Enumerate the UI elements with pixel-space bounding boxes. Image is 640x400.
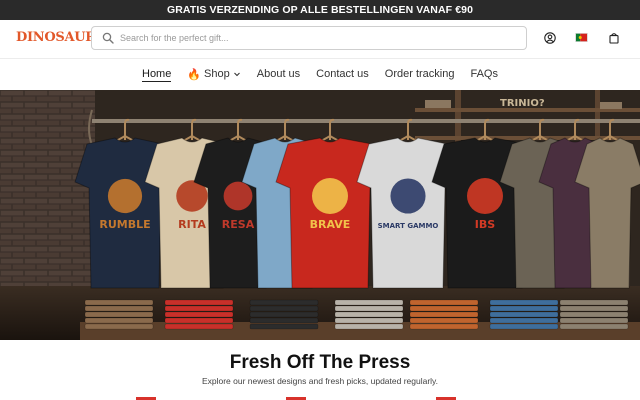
flag-icon[interactable] — [575, 33, 588, 42]
folded-shirt — [489, 299, 559, 306]
nav-contact[interactable]: Contact us — [316, 68, 369, 81]
folded-shirt — [164, 317, 234, 324]
folded-shirt — [164, 305, 234, 312]
section-subtitle: Explore our newest designs and fresh pic… — [201, 376, 439, 386]
nav-contact-label: Contact us — [316, 68, 369, 80]
shirt-print-text: RITA — [178, 218, 206, 231]
promo-banner: GRATIS VERZENDING OP ALLE BESTELLINGEN V… — [0, 0, 640, 20]
nav-about-label: About us — [256, 68, 301, 80]
folded-shirt — [84, 317, 154, 324]
nav-order-tracking[interactable]: Order tracking — [385, 68, 455, 81]
folded-shirt — [249, 323, 319, 330]
folded-shirt — [249, 305, 319, 312]
fire-icon: 🔥 — [187, 68, 202, 81]
site-header: DINOSAURIZE — [0, 20, 640, 58]
folded-stacks — [84, 299, 629, 330]
nav-home-label: Home — [142, 67, 172, 80]
chevron-down-icon — [233, 72, 240, 77]
wall-sign: TRINIO? — [500, 98, 545, 109]
folded-shirt — [489, 323, 559, 330]
shirt-print-text: SMART GAMMO — [378, 222, 439, 230]
nav-about[interactable]: About us — [257, 68, 300, 81]
folded-shirt — [334, 317, 404, 324]
folded-shirt — [249, 317, 319, 324]
folded-shirt — [249, 299, 319, 306]
folded-shirt — [334, 299, 404, 306]
folded-shirt — [409, 317, 479, 324]
folded-shirt — [84, 299, 154, 306]
hero-image: TRINIO? RUMBLE RITA RESA BRAVE SMART GAMMO IB… — [0, 90, 640, 340]
hanging-shirt: BRAVE — [275, 118, 385, 289]
cart-icon[interactable] — [607, 31, 621, 45]
folded-shirt — [334, 305, 404, 312]
folded-shirt — [409, 305, 479, 312]
folded-shirt — [489, 311, 559, 318]
folded-shirt — [334, 311, 404, 318]
folded-shirt — [559, 299, 629, 306]
folded-shirt — [409, 311, 479, 318]
nav-home[interactable]: Home — [142, 67, 172, 82]
folded-shirt — [164, 323, 234, 330]
shirt-rack: RUMBLE RITA RESA BRAVE SMART GAMMO IBS — [74, 118, 640, 289]
folded-shirt — [164, 311, 234, 318]
section-title: Fresh Off The Press — [229, 352, 411, 373]
folded-shirt — [164, 299, 234, 306]
folded-shirt — [334, 323, 404, 330]
shirt-print-text: RUMBLE — [99, 218, 150, 231]
search-input[interactable] — [120, 33, 500, 43]
shirt-print-text: IBS — [475, 218, 495, 231]
nav-shop-label: Shop — [204, 68, 230, 80]
folded-shirt — [409, 299, 479, 306]
search-icon[interactable] — [98, 28, 118, 48]
hero-banner[interactable]: TRINIO? RUMBLE RITA RESA BRAVE SMART GAMMO IB… — [0, 90, 640, 340]
shirt-print-text: RESA — [222, 218, 255, 231]
folded-shirt — [84, 323, 154, 330]
folded-shirt — [559, 311, 629, 318]
folded-shirt — [559, 305, 629, 312]
folded-shirt — [409, 323, 479, 330]
folded-shirt — [249, 311, 319, 318]
nav-order-tracking-label: Order tracking — [384, 68, 455, 80]
folded-shirt — [559, 323, 629, 330]
account-icon[interactable] — [543, 31, 557, 45]
nav-faqs[interactable]: FAQs — [470, 68, 498, 81]
folded-shirt — [559, 317, 629, 324]
folded-shirt — [84, 311, 154, 318]
promo-text: GRATIS VERZENDING OP ALLE BESTELLINGEN V… — [166, 4, 474, 16]
folded-shirt — [489, 317, 559, 324]
shirt-print-text: BRAVE — [310, 218, 351, 231]
nav-shop[interactable]: 🔥 Shop — [187, 68, 240, 82]
nav-faqs-label: FAQs — [470, 68, 498, 80]
folded-shirt — [489, 305, 559, 312]
search-bar[interactable] — [91, 26, 527, 50]
folded-shirt — [84, 305, 154, 312]
main-nav: Home 🔥 Shop About us Contact us Order tr… — [0, 59, 640, 90]
